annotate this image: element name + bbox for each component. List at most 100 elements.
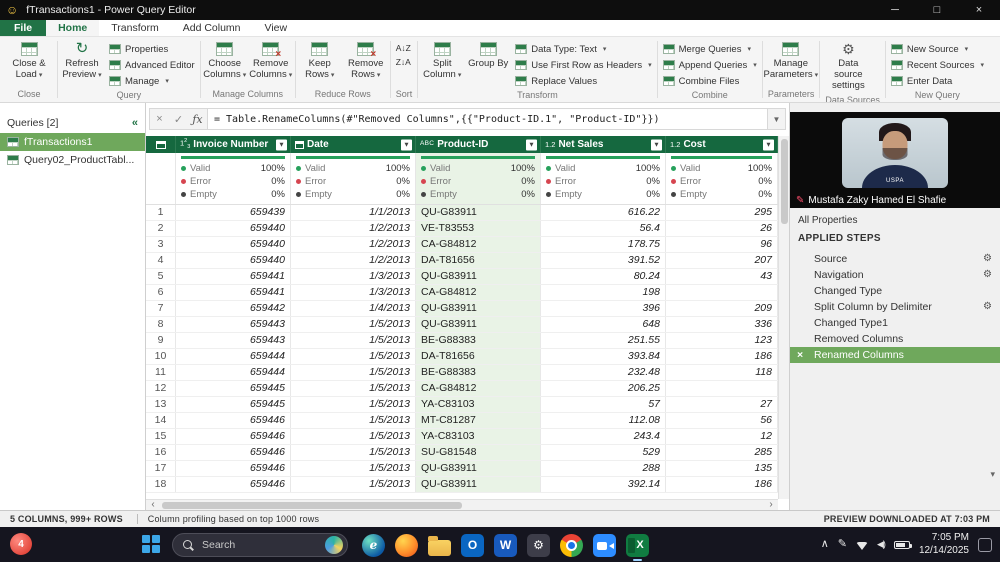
applied-step-source[interactable]: Source ⚙ xyxy=(790,251,1000,267)
table-cell[interactable]: 659446 xyxy=(176,413,291,428)
table-row[interactable]: 4 659440 1/2/2013 DA-T81656 391.52 207 xyxy=(146,253,778,269)
table-cell[interactable]: BE-G88383 xyxy=(416,365,541,380)
collapse-pane-icon[interactable]: « xyxy=(132,117,138,129)
group-by-button[interactable]: Group By xyxy=(465,37,511,72)
table-cell[interactable]: 27 xyxy=(666,397,778,412)
table-row[interactable]: 16 659446 1/5/2013 SU-G81548 529 285 xyxy=(146,445,778,461)
table-cell[interactable]: 659440 xyxy=(176,221,291,236)
table-cell[interactable]: 336 xyxy=(666,317,778,332)
data-type-button[interactable]: Data Type: Text ▾ xyxy=(511,41,655,57)
commit-formula-icon[interactable]: ✓ xyxy=(169,113,188,126)
data-source-settings-button[interactable]: ⚙ Data source settings xyxy=(821,37,875,94)
table-row[interactable]: 11 659444 1/5/2013 BE-G88383 232.48 118 xyxy=(146,365,778,381)
table-cell[interactable]: 659443 xyxy=(176,333,291,348)
table-cell[interactable]: 178.75 xyxy=(541,237,666,252)
table-cell[interactable]: 1/5/2013 xyxy=(291,349,416,364)
column-header-invoice-number[interactable]: 123 Invoice Number ▾ xyxy=(176,136,291,153)
close-and-load-button[interactable]: Close & Load ▾ xyxy=(2,37,56,83)
table-cell[interactable]: QU-G83911 xyxy=(416,461,541,476)
applied-step-split-column-by-delimiter[interactable]: Split Column by Delimiter ⚙ xyxy=(790,299,1000,315)
column-header-net-sales[interactable]: 1.2 Net Sales ▾ xyxy=(541,136,666,153)
vertical-scroll-thumb[interactable] xyxy=(781,139,788,224)
sort-descending-icon[interactable]: Z↓A xyxy=(392,55,415,69)
zoom-icon[interactable] xyxy=(593,533,616,557)
table-cell[interactable]: YA-C83103 xyxy=(416,397,541,412)
table-cell[interactable]: 1/5/2013 xyxy=(291,445,416,460)
table-cell[interactable]: 56 xyxy=(666,413,778,428)
table-cell[interactable]: 659439 xyxy=(176,205,291,220)
table-cell[interactable]: 393.84 xyxy=(541,349,666,364)
table-cell[interactable]: 96 xyxy=(666,237,778,252)
manage-parameters-button[interactable]: Manage Parameters ▾ xyxy=(764,37,818,83)
table-cell[interactable]: MT-C81287 xyxy=(416,413,541,428)
tab-add-column[interactable]: Add Column xyxy=(171,20,253,36)
table-cell[interactable]: 123 xyxy=(666,333,778,348)
table-cell[interactable]: 135 xyxy=(666,461,778,476)
gear-icon[interactable]: ⚙ xyxy=(983,251,992,267)
expand-formula-icon[interactable]: ▼ xyxy=(767,109,785,129)
taskbar-search[interactable]: Search xyxy=(172,533,348,557)
table-row[interactable]: 1 659439 1/1/2013 QU-G83911 616.22 295 xyxy=(146,205,778,221)
table-cell[interactable]: QU-G83911 xyxy=(416,477,541,492)
table-cell[interactable]: SU-G81548 xyxy=(416,445,541,460)
use-first-row-button[interactable]: Use First Row as Headers ▾ xyxy=(511,57,655,73)
filter-dropdown-icon[interactable]: ▾ xyxy=(526,139,537,150)
table-cell[interactable]: 391.52 xyxy=(541,253,666,268)
table-cell[interactable]: 616.22 xyxy=(541,205,666,220)
table-cell[interactable]: 1/5/2013 xyxy=(291,317,416,332)
filter-dropdown-icon[interactable]: ▾ xyxy=(276,139,287,150)
table-cell[interactable]: VE-T83553 xyxy=(416,221,541,236)
table-cell[interactable]: 1/2/2013 xyxy=(291,237,416,252)
all-properties-link[interactable]: All Properties xyxy=(790,211,1000,230)
table-row[interactable]: 14 659446 1/5/2013 MT-C81287 112.08 56 xyxy=(146,413,778,429)
filter-dropdown-icon[interactable]: ▾ xyxy=(763,139,774,150)
table-cell[interactable]: 1/2/2013 xyxy=(291,221,416,236)
table-cell[interactable]: 243.4 xyxy=(541,429,666,444)
table-cell[interactable]: 1/4/2013 xyxy=(291,301,416,316)
scroll-right-icon[interactable]: › xyxy=(764,500,778,510)
table-cell[interactable]: 57 xyxy=(541,397,666,412)
table-row[interactable]: 18 659446 1/5/2013 QU-G83911 392.14 186 xyxy=(146,477,778,493)
table-cell[interactable]: 659441 xyxy=(176,285,291,300)
table-cell[interactable]: 186 xyxy=(666,477,778,492)
table-row[interactable]: 5 659441 1/3/2013 QU-G83911 80.24 43 xyxy=(146,269,778,285)
column-header-cost[interactable]: 1.2 Cost ▾ xyxy=(666,136,778,153)
start-button[interactable] xyxy=(142,535,161,554)
split-column-button[interactable]: Split Column ▾ xyxy=(419,37,465,83)
table-row[interactable]: 2 659440 1/2/2013 VE-T83553 56.4 26 xyxy=(146,221,778,237)
table-cell[interactable]: QU-G83911 xyxy=(416,205,541,220)
formula-input[interactable]: = Table.RenameColumns(#"Removed Columns"… xyxy=(207,109,767,129)
table-row[interactable]: 13 659445 1/5/2013 YA-C83103 57 27 xyxy=(146,397,778,413)
vertical-scrollbar[interactable] xyxy=(778,136,789,499)
remove-rows-button[interactable]: Remove Rows▾ xyxy=(343,37,389,83)
steps-scroll-down-icon[interactable]: ▾ xyxy=(990,469,995,480)
word-icon[interactable]: W xyxy=(494,533,517,557)
table-cell[interactable]: 659440 xyxy=(176,237,291,252)
table-cell[interactable]: 659441 xyxy=(176,269,291,284)
battery-icon[interactable] xyxy=(893,540,912,549)
column-header-product-id[interactable]: ABC Product-ID ▾ xyxy=(416,136,541,153)
table-cell[interactable]: 285 xyxy=(666,445,778,460)
query-item-query02[interactable]: Query02_ProductTabl... xyxy=(0,151,145,169)
volume-icon[interactable]: ◀) xyxy=(877,540,886,549)
tab-file[interactable]: File xyxy=(0,20,47,36)
table-cell[interactable]: 26 xyxy=(666,221,778,236)
table-cell[interactable]: 659445 xyxy=(176,397,291,412)
table-cell[interactable]: 659446 xyxy=(176,445,291,460)
table-cell[interactable]: CA-G84812 xyxy=(416,237,541,252)
table-row[interactable]: 8 659443 1/5/2013 QU-G83911 648 336 xyxy=(146,317,778,333)
table-cell[interactable]: 80.24 xyxy=(541,269,666,284)
table-cell[interactable]: 1/1/2013 xyxy=(291,205,416,220)
file-explorer-icon[interactable] xyxy=(428,535,451,556)
sort-ascending-icon[interactable]: A↓Z xyxy=(392,41,415,55)
profiling-status[interactable]: Column profiling based on top 1000 rows xyxy=(142,514,325,524)
table-cell[interactable]: 529 xyxy=(541,445,666,460)
table-row[interactable]: 6 659441 1/3/2013 CA-G84812 198 xyxy=(146,285,778,301)
maximize-button[interactable]: □ xyxy=(916,0,958,20)
notification-center-icon[interactable] xyxy=(978,537,992,552)
table-cell[interactable]: 659445 xyxy=(176,381,291,396)
tab-transform[interactable]: Transform xyxy=(99,20,170,36)
show-hidden-icons-icon[interactable]: ∧ xyxy=(821,539,829,550)
append-queries-button[interactable]: Append Queries ▾ xyxy=(659,57,761,73)
applied-step-changed-type[interactable]: Changed Type xyxy=(790,283,1000,299)
